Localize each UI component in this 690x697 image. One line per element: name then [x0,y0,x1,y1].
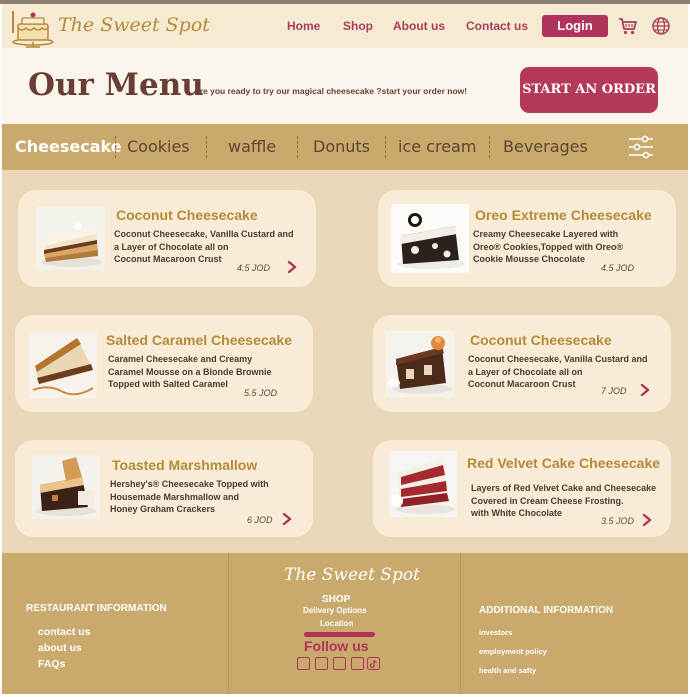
cart-icon[interactable] [618,16,638,36]
menu-item-name: Toasted Marshmallow [112,457,258,473]
chevron-right-icon[interactable] [282,513,292,525]
menu-item-description: Coconut Cheesecake, Vanilla Custard and … [468,354,648,389]
footer: RESTAURANT INFORMATION contact us about … [2,553,688,694]
red-velvet-cheesecake-image [389,451,457,517]
globe-icon[interactable] [651,16,671,36]
menu-item-price: 6 JOD [247,515,273,525]
menu-item-name: Oreo Extreme Cheesecake [475,207,652,223]
tiktok-icon[interactable] [367,657,380,670]
menu-grid: Coconut Cheesecake Coconut Cheesecake, V… [2,170,688,553]
nav-link-contact-us[interactable]: Contact us [466,19,528,33]
menu-item-price: 4.5 JOD [237,263,271,273]
menu-item-description: Coconut Cheesecake, Vanilla Custard and … [114,229,294,264]
chevron-right-icon[interactable] [642,514,652,526]
brand-name[interactable]: The Sweet Spot [58,14,210,36]
category-divider [385,136,386,158]
additional-info-heading: ADDITIONAL INFORMATION [479,605,614,616]
footer-link-investors[interactable]: investors [479,628,512,637]
menu-card-red-velvet-cake-cheesecake[interactable]: Red Velvet Cake Cheesecake Layers of Red… [373,440,671,537]
menu-item-description: Creamy Cheesecake Layered with Oreo® Coo… [473,229,624,264]
toasted-marshmallow-image [32,455,100,519]
category-divider [489,136,490,158]
coconut-cheesecake-image [36,206,105,270]
sliders-icon[interactable] [628,134,654,160]
instagram-icon[interactable] [315,657,328,670]
menu-item-name: Salted Caramel Cheesecake [106,332,292,348]
menu-card-salted-caramel-cheesecake[interactable]: Salted Caramel Cheesecake Caramel Cheese… [15,315,313,412]
coconut-cheesecake-chocolate-image [386,331,454,397]
oreo-cheesecake-image [391,204,469,273]
category-tab-ice-cream[interactable]: ice cream [398,137,476,156]
youtube-icon[interactable] [351,657,364,670]
category-tab-cheesecake[interactable]: Cheesecake [15,137,122,156]
navbar: The Sweet Spot Home Shop About us Contac… [2,4,688,48]
login-button[interactable]: Login [542,15,608,37]
category-tab-donuts[interactable]: Donuts [313,137,370,156]
footer-brand[interactable]: The Sweet Spot [284,565,420,585]
menu-item-price: 3.5 JOD [601,516,635,526]
menu-card-coconut-cheesecake-2[interactable]: Coconut Cheesecake Coconut Cheesecake, V… [373,315,671,412]
footer-link-about-us[interactable]: about us [38,642,82,654]
nav-link-shop[interactable]: Shop [343,19,373,33]
page-title: Our Menu [28,67,204,103]
footer-divider [228,553,229,694]
salted-caramel-cheesecake-image [29,332,97,398]
menu-item-price: 4.5 JOD [601,263,635,273]
nav-link-home[interactable]: Home [287,19,320,33]
facebook-icon[interactable] [297,657,310,670]
menu-item-description: Caramel Cheesecake and Creamy Caramel Mo… [108,354,272,389]
category-divider [297,136,298,158]
category-divider [206,136,207,158]
menu-item-price: 7 JOD [601,386,627,396]
footer-link-employment-policy[interactable]: employment policy [479,647,547,656]
footer-link-faqs[interactable]: FAQs [38,658,65,670]
shop-heading: SHOP [322,594,351,605]
footer-link-health-and-safety[interactable]: health and safty [479,666,536,675]
start-order-button[interactable]: START AN ORDER [520,67,658,113]
menu-card-coconut-cheesecake[interactable]: Coconut Cheesecake Coconut Cheesecake, V… [18,190,316,287]
footer-link-delivery-options[interactable]: Delivery Options [303,606,367,615]
hero-section: Our Menu are you ready to try our magica… [2,48,688,124]
footer-link-location[interactable]: Location [320,619,353,628]
cake-logo-icon[interactable] [10,8,56,48]
menu-card-toasted-marshmallow[interactable]: Toasted Marshmallow Hershey's® Cheesecak… [15,440,313,537]
follow-divider-bar [304,632,375,637]
menu-item-description: Layers of Red Velvet Cake and Cheesecake… [471,483,657,518]
follow-us-label: Follow us [304,638,369,654]
menu-item-description: Hershey's® Cheesecake Topped with Housem… [110,479,269,514]
chevron-right-icon[interactable] [287,261,297,273]
menu-card-oreo-extreme-cheesecake[interactable]: Oreo Extreme Cheesecake Creamy Cheesecak… [378,190,676,287]
nav-link-about-us[interactable]: About us [393,19,445,33]
twitter-icon[interactable] [333,657,346,670]
menu-item-name: Coconut Cheesecake [116,207,258,223]
chevron-right-icon[interactable] [640,384,650,396]
footer-link-contact-us[interactable]: contact us [38,626,91,638]
menu-item-name: Coconut Cheesecake [470,332,612,348]
menu-item-price: 5.5 JOD [244,388,278,398]
category-tab-cookies[interactable]: Cookies [127,137,190,156]
category-divider [115,136,116,158]
category-tab-waffle[interactable]: waffle [228,137,276,156]
category-bar: Cheesecake Cookies waffle Donuts ice cre… [2,124,688,170]
footer-divider [460,553,461,694]
menu-item-name: Red Velvet Cake Cheesecake [467,455,661,471]
restaurant-info-heading: RESTAURANT INFORMATION [26,603,167,614]
hero-subtitle: are you ready to try our magical cheesec… [195,86,468,96]
category-tab-beverages[interactable]: Beverages [503,137,588,156]
